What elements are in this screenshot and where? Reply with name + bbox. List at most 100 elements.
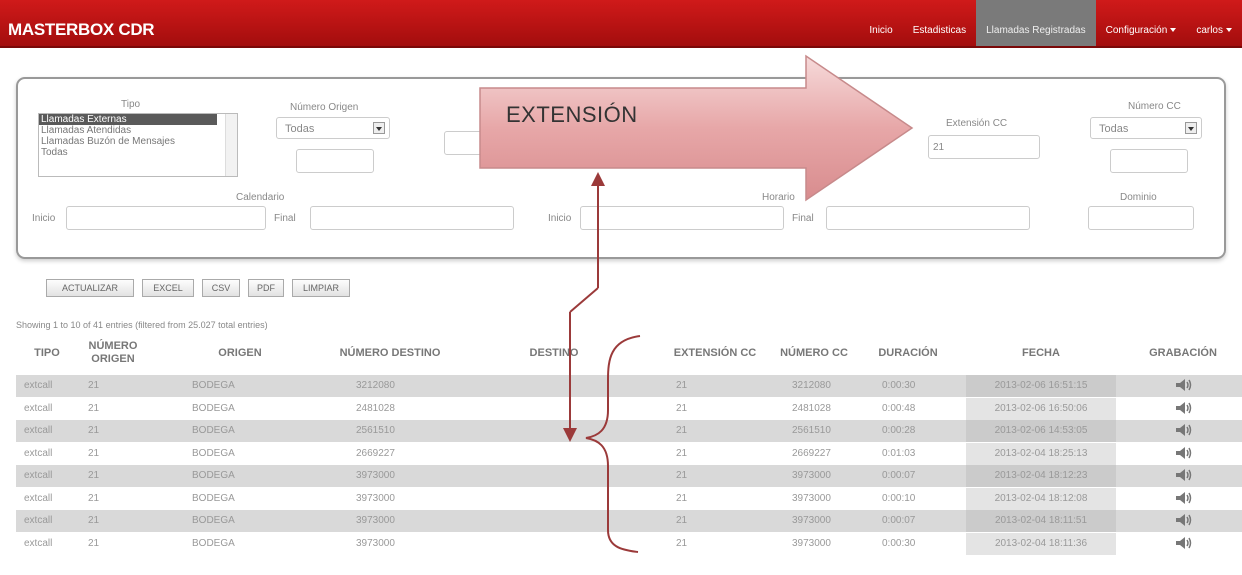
cell-num-cc: 2669227	[792, 447, 831, 459]
cell-tipo: extcall	[24, 470, 53, 481]
cell-tipo: extcall	[24, 492, 53, 504]
cell-num-cc: 3973000	[792, 537, 831, 549]
col-destino[interactable]: DESTINO	[448, 333, 660, 373]
col-numero-origen[interactable]: NÚMERO ORIGEN	[78, 333, 148, 373]
dominio-input[interactable]	[1088, 206, 1194, 230]
speaker-icon[interactable]	[1156, 510, 1212, 532]
dropdown-arrow-icon	[1185, 122, 1197, 134]
calendario-label: Calendario	[236, 192, 285, 203]
speaker-icon[interactable]	[1156, 398, 1212, 420]
table-row[interactable]: extcall 21 BODEGA 3973000 21 3973000 0:00:07 20…	[16, 510, 1242, 532]
nav-user-menu[interactable]: carlos	[1186, 0, 1242, 46]
chevron-down-icon	[1170, 28, 1177, 33]
cell-num-destino: 2481028	[356, 402, 395, 414]
cell-destino	[486, 420, 656, 442]
table-row[interactable]: extcall 21 BODEGA 2669227 21 2669227 0:01:03 20…	[16, 442, 1242, 465]
cell-fecha: 2013-02-04 18:11:36	[966, 532, 1116, 555]
navbar: MASTERBOX CDR Inicio Estadisticas Llamad…	[0, 0, 1242, 48]
speaker-icon[interactable]	[1156, 465, 1212, 487]
cell-num-destino: 3973000	[356, 537, 395, 549]
col-grabacion[interactable]: GRABACIÓN	[1124, 333, 1242, 373]
tipo-option[interactable]: Llamadas Atendidas	[39, 125, 237, 136]
cell-duracion: 0:00:48	[882, 402, 916, 414]
cell-num-destino: 2669227	[356, 447, 395, 459]
excel-button[interactable]: EXCEL	[142, 279, 194, 297]
col-origen[interactable]: ORIGEN	[148, 333, 332, 373]
numero-origen-select[interactable]: Todas	[276, 117, 390, 139]
numero-cc-input[interactable]	[1110, 149, 1188, 173]
table-row[interactable]: extcall 21 BODEGA 3973000 21 3973000 0:00:10 20…	[16, 487, 1242, 510]
annotation-label: EXTENSIÓN	[506, 102, 638, 127]
horario-label: Horario	[762, 192, 795, 203]
cell-fecha: 2013-02-04 18:25:13	[966, 442, 1116, 465]
nav-inicio[interactable]: Inicio	[859, 0, 902, 46]
cell-tipo: extcall	[24, 402, 53, 414]
nav-configuracion[interactable]: Configuración	[1096, 0, 1187, 46]
nav-llamadas-registradas[interactable]: Llamadas Registradas	[976, 0, 1096, 46]
cell-destino	[486, 375, 656, 397]
cell-num-origen: 21	[88, 515, 100, 526]
table-row[interactable]: extcall 21 BODEGA 2561510 21 2561510 0:00:28 20…	[16, 420, 1242, 442]
cell-destino	[486, 510, 656, 532]
cell-num-origen: 21	[88, 447, 100, 459]
horario-final-input[interactable]	[826, 206, 1030, 230]
pdf-button[interactable]: PDF	[248, 279, 284, 297]
numero-origen-label: Número Origen	[290, 102, 359, 113]
speaker-icon[interactable]	[1156, 488, 1212, 510]
speaker-icon[interactable]	[1156, 420, 1212, 442]
cell-duracion: 0:01:03	[882, 447, 916, 459]
horario-final-label: Final	[792, 213, 814, 224]
calendario-inicio-input[interactable]	[66, 206, 266, 230]
col-duracion[interactable]: DURACIÓN	[858, 333, 958, 373]
calendario-final-label: Final	[274, 213, 296, 224]
table-row[interactable]: extcall 21 BODEGA 3212080 21 3212080 0:00:30 20…	[16, 375, 1242, 397]
horario-inicio-input[interactable]	[580, 206, 784, 230]
cell-num-origen: 21	[88, 425, 100, 436]
extension-cc-input[interactable]: 21	[928, 135, 1040, 159]
cell-duracion: 0:00:30	[882, 537, 916, 549]
extension-cc-label: Extensión CC	[946, 118, 1008, 129]
horario-inicio-label: Inicio	[548, 213, 572, 224]
table-row[interactable]: extcall 21 BODEGA 2481028 21 2481028 0:00:48 20…	[16, 397, 1242, 420]
listbox-scrollbar[interactable]	[225, 114, 237, 176]
brand-title: MASTERBOX CDR	[8, 20, 155, 39]
cell-num-cc: 3973000	[792, 492, 831, 504]
calendario-inicio-label: Inicio	[32, 213, 56, 224]
cell-num-origen: 21	[88, 537, 100, 549]
tipo-listbox[interactable]: Llamadas Externas Llamadas Atendidas Lla…	[38, 113, 238, 177]
col-extension-cc[interactable]: EXTENSIÓN CC	[660, 333, 770, 373]
table-row[interactable]: extcall 21 BODEGA 3973000 21 3973000 0:00:30 20…	[16, 532, 1242, 555]
col-tipo[interactable]: TIPO	[16, 333, 78, 373]
tipo-option[interactable]: Llamadas Externas	[39, 114, 217, 125]
table-row[interactable]: extcall 21 BODEGA 3973000 21 3973000 0:00:07 20…	[16, 465, 1242, 487]
nav-configuracion-label: Configuración	[1105, 25, 1168, 36]
hidden-filter-input[interactable]	[444, 131, 504, 155]
cell-origen: BODEGA	[192, 402, 235, 414]
actualizar-button[interactable]: ACTUALIZAR	[46, 279, 134, 297]
numero-cc-select[interactable]: Todas	[1090, 117, 1202, 139]
speaker-icon[interactable]	[1156, 533, 1212, 555]
limpiar-button[interactable]: LIMPIAR	[292, 279, 350, 297]
speaker-icon[interactable]	[1156, 375, 1212, 397]
dropdown-arrow-icon	[373, 122, 385, 134]
cell-ext-cc: 21	[676, 402, 688, 414]
cell-fecha: 2013-02-06 16:51:15	[966, 375, 1116, 397]
cell-origen: BODEGA	[192, 425, 235, 436]
cell-num-origen: 21	[88, 402, 100, 414]
col-fecha[interactable]: FECHA	[958, 333, 1124, 373]
csv-button[interactable]: CSV	[202, 279, 240, 297]
calendario-final-input[interactable]	[310, 206, 514, 230]
tipo-option[interactable]: Todas	[39, 147, 237, 158]
col-numero-cc[interactable]: NÚMERO CC	[770, 333, 858, 373]
cell-num-destino: 3212080	[356, 380, 395, 391]
cell-fecha: 2013-02-04 18:12:23	[966, 465, 1116, 487]
speaker-icon[interactable]	[1156, 443, 1212, 465]
col-numero-destino[interactable]: NÚMERO DESTINO	[332, 333, 448, 373]
nav-estadisticas[interactable]: Estadisticas	[903, 0, 976, 46]
cell-duracion: 0:00:28	[882, 425, 916, 436]
numero-origen-input[interactable]	[296, 149, 374, 173]
numero-cc-value: Todas	[1099, 123, 1129, 135]
cell-tipo: extcall	[24, 515, 53, 526]
tipo-option[interactable]: Llamadas Buzón de Mensajes	[39, 136, 237, 147]
cell-fecha: 2013-02-04 18:12:08	[966, 487, 1116, 510]
